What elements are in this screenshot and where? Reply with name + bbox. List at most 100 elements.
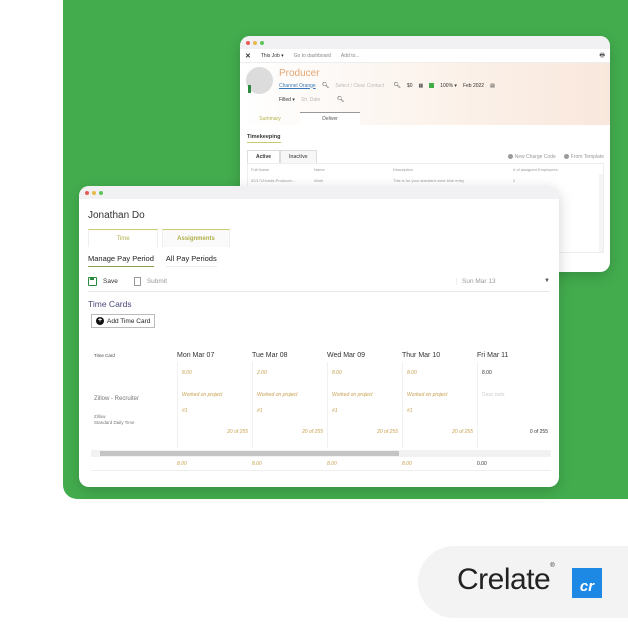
- day-count: 20 of 255: [377, 429, 398, 435]
- tab-all-pay-periods[interactable]: All Pay Periods: [165, 254, 217, 267]
- day-entry-cell[interactable]: 8.00 Worked on project #1 20 of 255: [327, 362, 402, 448]
- submit-button[interactable]: Submit: [147, 278, 167, 285]
- close-icon[interactable]: ✕: [245, 52, 251, 60]
- tab-active[interactable]: Active: [247, 150, 281, 163]
- day-hours[interactable]: 2.00: [257, 370, 267, 376]
- add-time-card-label: Add Time Card: [107, 317, 151, 325]
- day-note[interactable]: Worked on project: [332, 392, 373, 398]
- go-to-dashboard-link[interactable]: Go to dashboard: [294, 53, 331, 59]
- minimize-window-dot[interactable]: [253, 40, 257, 45]
- client-name: Zillow: [94, 414, 106, 419]
- minimize-window-dot[interactable]: [92, 190, 96, 195]
- company-link[interactable]: Channel Orange: [279, 83, 316, 89]
- printer-icon[interactable]: 🖶: [599, 51, 605, 61]
- day-total: 0.00: [477, 460, 487, 467]
- day-hours[interactable]: 8.00: [182, 370, 192, 376]
- date-value: Feb 2022: [462, 82, 485, 89]
- tab-time[interactable]: Time: [88, 229, 158, 247]
- search-icon[interactable]: 🔍︎: [393, 82, 401, 89]
- day-column-header: Mon Mar 07: [177, 351, 215, 359]
- search-icon[interactable]: 🔍︎: [322, 82, 330, 89]
- tab-deliver[interactable]: Deliver: [300, 112, 360, 125]
- day-entry-cell[interactable]: 2.00 Worked on project #1 20 of 255: [252, 362, 327, 448]
- day-column-header: Fri Mar 11: [477, 351, 509, 359]
- day-total: 8.00: [327, 460, 337, 467]
- day-num[interactable]: #1: [407, 408, 413, 414]
- day-entry-cell[interactable]: 8.00 Desc note 0 of 255: [477, 362, 552, 448]
- table-scrollbar[interactable]: [599, 174, 603, 252]
- tab-assignments[interactable]: Assignments: [162, 229, 230, 247]
- timekeeping-heading: Timekeeping: [247, 134, 281, 143]
- search-icon[interactable]: 🔍︎: [337, 96, 345, 103]
- day-num[interactable]: #1: [257, 408, 263, 414]
- close-window-dot[interactable]: [85, 190, 89, 195]
- add-time-card-button[interactable]: + Add Time Card: [91, 314, 156, 328]
- this-job-dropdown[interactable]: This Job ▾: [261, 53, 284, 59]
- day-note[interactable]: Worked on project: [182, 392, 223, 398]
- calendar-icon[interactable]: ▤: [490, 83, 495, 89]
- day-count: 20 of 255: [452, 429, 473, 435]
- time-cards-heading: Time Cards: [88, 299, 132, 309]
- tab-manage-pay-period[interactable]: Manage Pay Period: [88, 254, 154, 267]
- table-header: Full Name Name Description # of assigned…: [248, 164, 603, 174]
- day-note[interactable]: Desc note: [482, 392, 505, 398]
- time-type: Standard Daily Time: [94, 420, 135, 425]
- column-header[interactable]: Full Name: [251, 167, 314, 172]
- day-num[interactable]: #1: [332, 408, 338, 414]
- tab-summary[interactable]: Summary: [240, 112, 300, 125]
- time-card-grid: Time Card Mon Mar 07 Tue Mar 08 Wed Mar 09…: [91, 348, 551, 471]
- job-name: Zillow - Recruiter: [94, 396, 140, 402]
- amount-value: $0: [406, 82, 413, 89]
- grid-header: Time Card Mon Mar 07 Tue Mar 08 Wed Mar 09…: [91, 348, 551, 362]
- day-hours[interactable]: 8.00: [482, 370, 492, 376]
- day-entry-cell[interactable]: 8.00 Worked on project #1 20 of 255: [177, 362, 252, 448]
- day-count: 0 of 255: [529, 429, 548, 435]
- day-column-header: Tue Mar 08: [252, 351, 288, 359]
- add-to-link[interactable]: Add to...: [341, 53, 360, 59]
- divider: [88, 291, 550, 292]
- day-column-header: Thur Mar 10: [402, 351, 441, 359]
- maximize-window-dot[interactable]: [260, 40, 264, 45]
- day-total: 8.00: [177, 460, 187, 467]
- status-dropdown[interactable]: Filled ▾: [279, 97, 295, 103]
- totals-row: 8.00 8.00 8.00 8.00 0.00: [91, 457, 551, 471]
- time-card-label-cell: Zillow - Recruiter Zillow Standard Daily…: [91, 362, 177, 448]
- scrollbar-thumb[interactable]: [100, 451, 399, 456]
- day-note[interactable]: Worked on project: [257, 392, 298, 398]
- marketing-composite: ✕ This Job ▾ Go to dashboard Add to... 🖶…: [0, 0, 628, 628]
- table-cell: Work: [314, 178, 324, 183]
- start-date-input[interactable]: Str. Date: [301, 97, 331, 103]
- crelate-logo-text: Crelate®: [457, 563, 555, 596]
- maximize-window-dot[interactable]: [99, 190, 103, 195]
- grid-row: Zillow - Recruiter Zillow Standard Daily…: [91, 362, 551, 448]
- table-cell: 02/17/Zeustd-Producer-...: [251, 178, 297, 183]
- column-header[interactable]: Name: [314, 167, 393, 172]
- contact-input[interactable]: Select / Clear Contact: [335, 83, 387, 89]
- save-button[interactable]: Save: [103, 278, 118, 285]
- job-title: Producer: [279, 68, 320, 79]
- tab-inactive[interactable]: Inactive: [280, 150, 317, 163]
- close-window-dot[interactable]: [246, 40, 250, 45]
- day-note[interactable]: Worked on project: [407, 392, 448, 398]
- column-header[interactable]: # of assigned Employees: [513, 167, 603, 172]
- percent-dropdown[interactable]: 100% ▾: [440, 83, 457, 89]
- horizontal-scrollbar[interactable]: [91, 450, 551, 457]
- day-num[interactable]: #1: [182, 408, 188, 414]
- status-square-icon: [429, 83, 435, 88]
- day-hours[interactable]: 8.00: [332, 370, 342, 376]
- day-hours[interactable]: 8.00: [407, 370, 417, 376]
- pay-period-value: Sun Mar 13: [462, 277, 496, 285]
- calculator-icon[interactable]: ▦: [419, 83, 424, 89]
- day-entry-cell[interactable]: 8.00 Worked on project #1 20 of 255: [402, 362, 477, 448]
- column-header[interactable]: Description: [393, 167, 513, 172]
- window-titlebar: [240, 36, 610, 49]
- new-charge-code-button[interactable]: New Charge Code: [507, 154, 556, 160]
- table-cell: This is for your standard work time entr…: [393, 178, 465, 183]
- crelate-logo-mark: cr: [572, 568, 602, 598]
- pay-period-select[interactable]: Sun Mar 13 ▼: [456, 277, 550, 285]
- from-template-button[interactable]: From Template: [563, 154, 604, 160]
- job-header: Producer Channel Orange 🔍︎ Select / Clea…: [240, 63, 610, 125]
- save-icon: [88, 276, 97, 286]
- day-count: 20 of 255: [302, 429, 323, 435]
- window-titlebar: [79, 186, 559, 199]
